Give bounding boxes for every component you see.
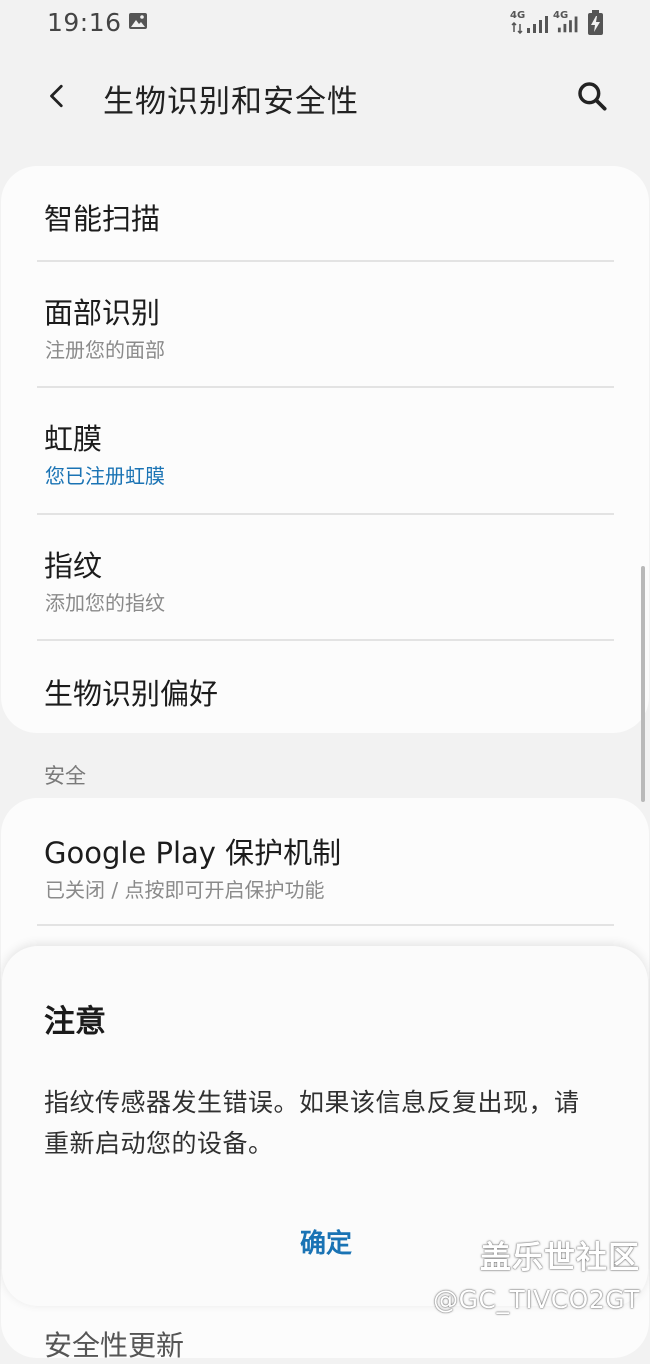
signal-icon bbox=[557, 16, 578, 33]
scroll-indicator[interactable] bbox=[641, 566, 645, 802]
setting-item-title: Google Play 保护机制 bbox=[44, 836, 342, 870]
network-indicator-1: 4G bbox=[510, 10, 554, 36]
setting-item-subtitle: 您已注册虹膜 bbox=[45, 464, 165, 488]
network-indicator-2: 4G bbox=[553, 10, 585, 36]
search-icon bbox=[578, 82, 607, 111]
dialog-title: 注意 bbox=[44, 1004, 106, 1040]
setting-item-iris[interactable]: 虹膜 您已注册虹膜 bbox=[1, 388, 649, 514]
data-arrows-icon bbox=[511, 22, 523, 34]
setting-item-fingerprint[interactable]: 指纹 添加您的指纹 bbox=[1, 515, 649, 639]
page-title: 生物识别和安全性 bbox=[103, 84, 359, 120]
search-button[interactable] bbox=[570, 74, 614, 118]
status-time: 19:16 bbox=[47, 8, 122, 37]
setting-item-title: 智能扫描 bbox=[44, 202, 161, 236]
setting-item-title: 指纹 bbox=[44, 549, 103, 583]
watermark-name: 盖乐世社区 bbox=[480, 1240, 640, 1276]
setting-item-subtitle: 已关闭 / 点按即可开启保护功能 bbox=[45, 878, 325, 902]
setting-item-title: 生物识别偏好 bbox=[44, 677, 219, 711]
setting-item-title: 面部识别 bbox=[44, 296, 161, 330]
battery-icon bbox=[588, 10, 603, 35]
app-bar: 生物识别和安全性 bbox=[0, 60, 650, 132]
setting-item-biometric-preferences[interactable]: 生物识别偏好 bbox=[1, 641, 649, 733]
ok-button[interactable]: 确定 bbox=[268, 1216, 384, 1266]
watermark-handle: @GC_TIVCO2GT bbox=[433, 1285, 640, 1314]
network-type-label: 4G bbox=[510, 10, 526, 21]
signal-icon bbox=[527, 16, 548, 33]
status-bar: 19:16 4G 4G bbox=[0, 0, 650, 46]
setting-item-subtitle: 添加您的指纹 bbox=[45, 591, 165, 615]
setting-item-intelligent-scan[interactable]: 智能扫描 bbox=[1, 166, 649, 261]
divider bbox=[37, 924, 614, 926]
gallery-icon bbox=[129, 13, 147, 29]
setting-item-title: 虹膜 bbox=[44, 422, 103, 456]
setting-item-security-update[interactable]: 安全性更新 bbox=[44, 1324, 184, 1364]
watermark: 盖乐世社区 @GC_TIVCO2GT bbox=[430, 1232, 640, 1314]
dialog-message: 指纹传感器发生错误。如果该信息反复出现，请重新启动您的设备。 bbox=[44, 1088, 580, 1158]
setting-item-subtitle: 注册您的面部 bbox=[45, 338, 165, 362]
section-header-security: 安全 bbox=[44, 764, 86, 788]
setting-item-face-recognition[interactable]: 面部识别 注册您的面部 bbox=[1, 262, 649, 386]
setting-item-google-play-protect[interactable]: Google Play 保护机制 已关闭 / 点按即可开启保护功能 bbox=[1, 798, 649, 924]
biometrics-card: 智能扫描 面部识别 注册您的面部 虹膜 您已注册虹膜 指纹 添加您的指纹 生物识… bbox=[1, 166, 649, 733]
back-button[interactable] bbox=[36, 74, 80, 118]
chevron-left-icon bbox=[50, 84, 63, 108]
